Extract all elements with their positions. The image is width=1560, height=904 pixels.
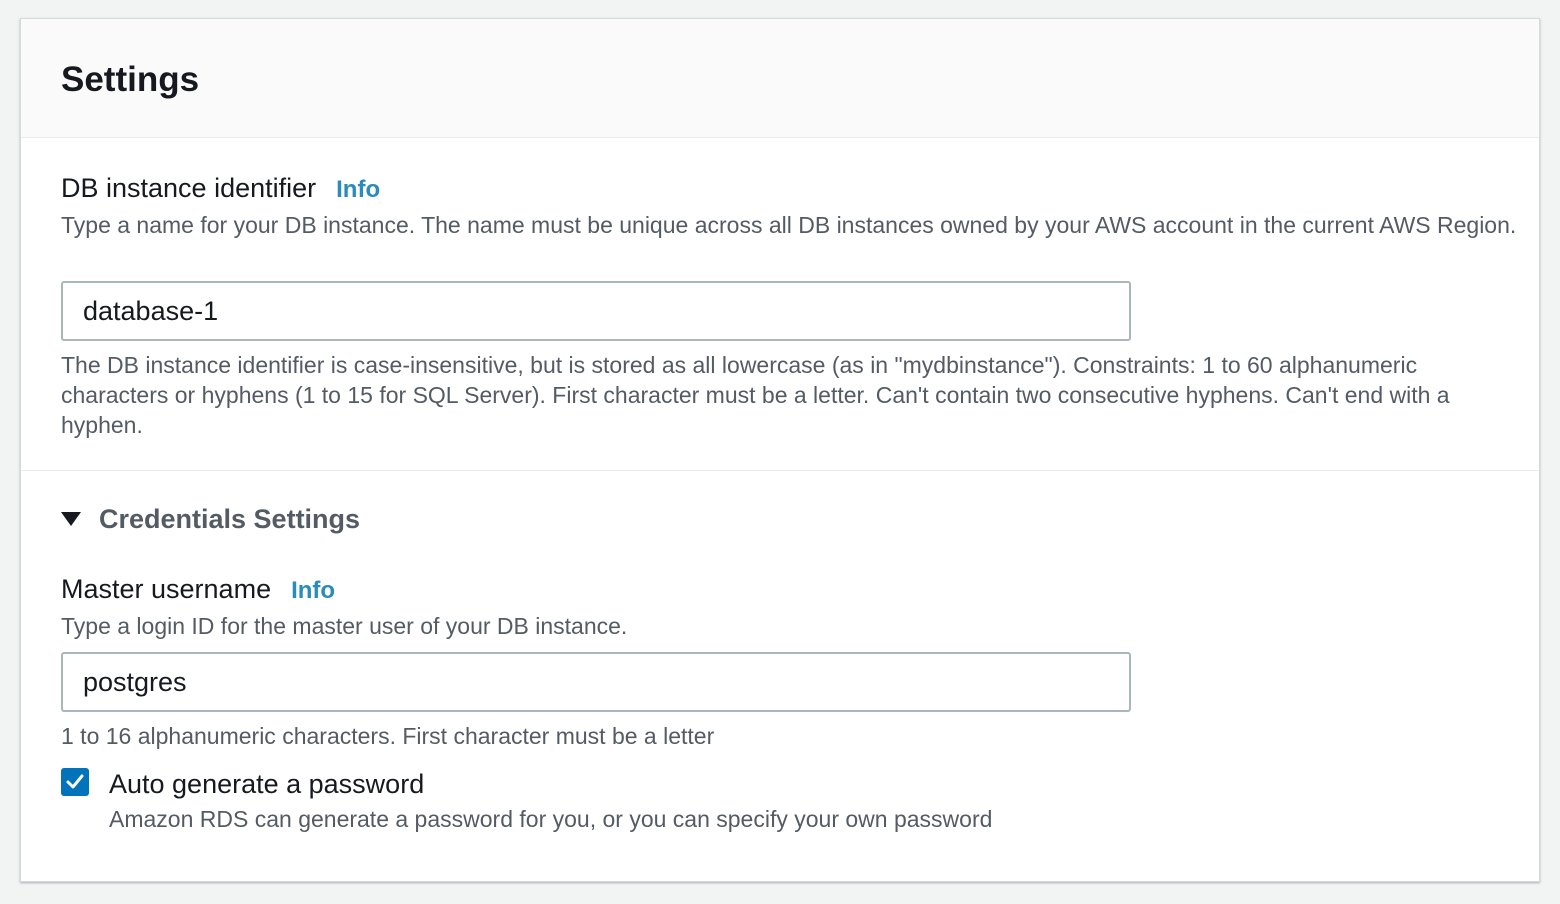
db-identifier-label: DB instance identifier <box>61 173 317 203</box>
db-identifier-label-row: DB instance identifier Info <box>61 172 380 204</box>
master-username-description: Type a login ID for the master user of y… <box>61 613 628 639</box>
master-username-input[interactable] <box>61 652 1131 712</box>
checkmark-icon <box>66 774 84 789</box>
master-username-label: Master username <box>61 574 272 604</box>
auto-password-label[interactable]: Auto generate a password <box>109 768 992 800</box>
db-identifier-info-link[interactable]: Info <box>336 176 380 204</box>
caret-down-icon <box>61 512 81 526</box>
auto-password-text: Auto generate a password Amazon RDS can … <box>109 768 992 834</box>
master-username-label-row: Master username Info <box>61 573 335 605</box>
credentials-expander[interactable]: Credentials Settings <box>61 503 360 535</box>
db-identifier-constraints: The DB instance identifier is case-insen… <box>61 352 1450 438</box>
db-identifier-description: Type a name for your DB instance. The na… <box>61 212 1517 238</box>
master-username-info-link[interactable]: Info <box>291 577 335 605</box>
settings-panel: Settings DB instance identifier Info Typ… <box>20 18 1540 882</box>
panel-header: Settings <box>21 19 1539 138</box>
master-username-constraints: 1 to 16 alphanumeric characters. First c… <box>61 723 715 749</box>
auto-password-row: Auto generate a password Amazon RDS can … <box>61 768 992 834</box>
auto-password-checkbox[interactable] <box>61 768 89 796</box>
db-identifier-section: DB instance identifier Info Type a name … <box>21 138 1539 471</box>
db-identifier-input[interactable] <box>61 281 1131 341</box>
auto-password-description: Amazon RDS can generate a password for y… <box>109 806 993 832</box>
panel-title: Settings <box>61 60 200 99</box>
credentials-expander-label: Credentials Settings <box>99 504 361 534</box>
credentials-section: Credentials Settings Master username Inf… <box>21 471 1539 881</box>
